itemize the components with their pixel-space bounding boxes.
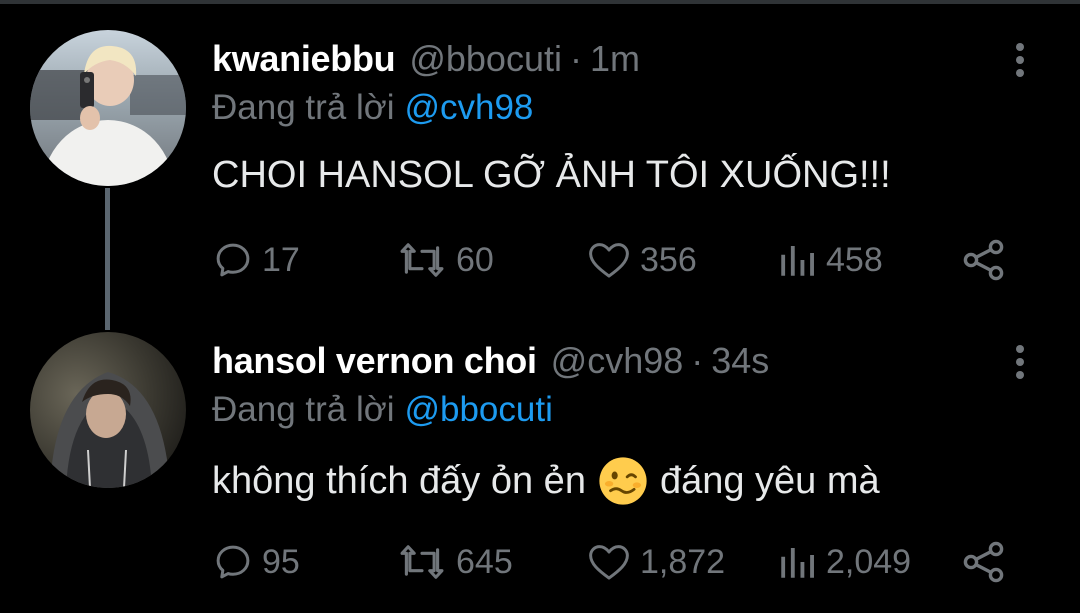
- like-button[interactable]: 1,872: [586, 532, 725, 592]
- replying-to-label: Đang trả lời: [212, 88, 395, 127]
- separator-dot: ·: [691, 340, 704, 381]
- top-divider: [0, 0, 1080, 4]
- heart-icon: [589, 243, 629, 278]
- reply-button[interactable]: 17: [212, 230, 300, 290]
- views-count: 2,049: [826, 542, 912, 581]
- display-name[interactable]: kwaniebbu: [212, 38, 396, 80]
- user-handle[interactable]: @bbocuti: [409, 38, 562, 80]
- dot: [1016, 371, 1024, 379]
- speech-bubble-icon: [216, 243, 250, 277]
- avatar-image: [30, 30, 186, 186]
- tweet-actions: 17 60 356 458: [0, 230, 1080, 290]
- tweet-header: kwaniebbu @bbocuti · 1m: [212, 36, 640, 82]
- dot: [1016, 358, 1024, 366]
- like-button[interactable]: 356: [586, 230, 697, 290]
- tweet-text: không thích đấy ỏn ẻn đáng yêu mà: [212, 456, 880, 506]
- more-options-button[interactable]: [1000, 40, 1040, 80]
- timestamp[interactable]: 34s: [711, 340, 769, 382]
- tweet-text-before-emoji: không thích đấy ỏn ẻn: [212, 459, 586, 502]
- bar-chart-icon: [781, 548, 814, 578]
- retweet-button[interactable]: 60: [396, 230, 494, 290]
- views-button[interactable]: 458: [776, 230, 883, 290]
- reply-count: 95: [262, 542, 300, 581]
- share-button[interactable]: [960, 532, 1008, 592]
- heart-icon: [589, 545, 629, 580]
- like-count: 1,872: [640, 542, 726, 581]
- avatar-image: [30, 332, 186, 488]
- replying-to: Đang trả lời @bbocuti: [212, 390, 553, 430]
- timestamp[interactable]: 1m: [590, 38, 640, 80]
- retweet-button[interactable]: 645: [396, 532, 513, 592]
- vertical-dots-icon: [1016, 345, 1024, 353]
- retweet-count: 645: [456, 542, 513, 581]
- tweet-text-after-emoji: đáng yêu mà: [659, 459, 880, 502]
- user-handle[interactable]: @cvh98: [551, 340, 684, 382]
- retweet-count: 60: [456, 240, 494, 279]
- mention-link[interactable]: @bbocuti: [404, 390, 552, 429]
- dot: [1016, 69, 1024, 77]
- avatar[interactable]: [30, 30, 186, 186]
- views-count: 458: [826, 240, 883, 279]
- retweet-icon: [400, 243, 444, 277]
- retweet-icon: [400, 545, 444, 579]
- mention-link[interactable]: @cvh98: [404, 88, 533, 127]
- replying-to: Đang trả lời @cvh98: [212, 88, 533, 128]
- reply-button[interactable]: 95: [212, 532, 300, 592]
- separator-dot: ·: [569, 38, 582, 79]
- tweet-actions: 95 645 1,872 2,049: [0, 532, 1080, 592]
- vertical-dots-icon: [1016, 43, 1024, 51]
- tweet-text-content: CHOI HANSOL GỠ ẢNH TÔI XUỐNG!!!: [212, 154, 891, 196]
- like-count: 356: [640, 240, 697, 279]
- share-icon: [963, 239, 1004, 281]
- views-button[interactable]: 2,049: [776, 532, 911, 592]
- bar-chart-icon: [781, 246, 814, 276]
- avatar[interactable]: [30, 332, 186, 488]
- reply-count: 17: [262, 240, 300, 279]
- tweet-header: hansol vernon choi @cvh98 · 34s: [212, 338, 769, 384]
- share-button[interactable]: [960, 230, 1008, 290]
- replying-to-label: Đang trả lời: [212, 390, 395, 429]
- woozy-face-icon: [599, 457, 647, 505]
- share-icon: [963, 541, 1004, 583]
- tweet-text: CHOI HANSOL GỠ ẢNH TÔI XUỐNG!!!: [212, 154, 891, 197]
- display-name[interactable]: hansol vernon choi: [212, 340, 537, 382]
- more-options-button[interactable]: [1000, 342, 1040, 382]
- dot: [1016, 56, 1024, 64]
- speech-bubble-icon: [216, 545, 250, 579]
